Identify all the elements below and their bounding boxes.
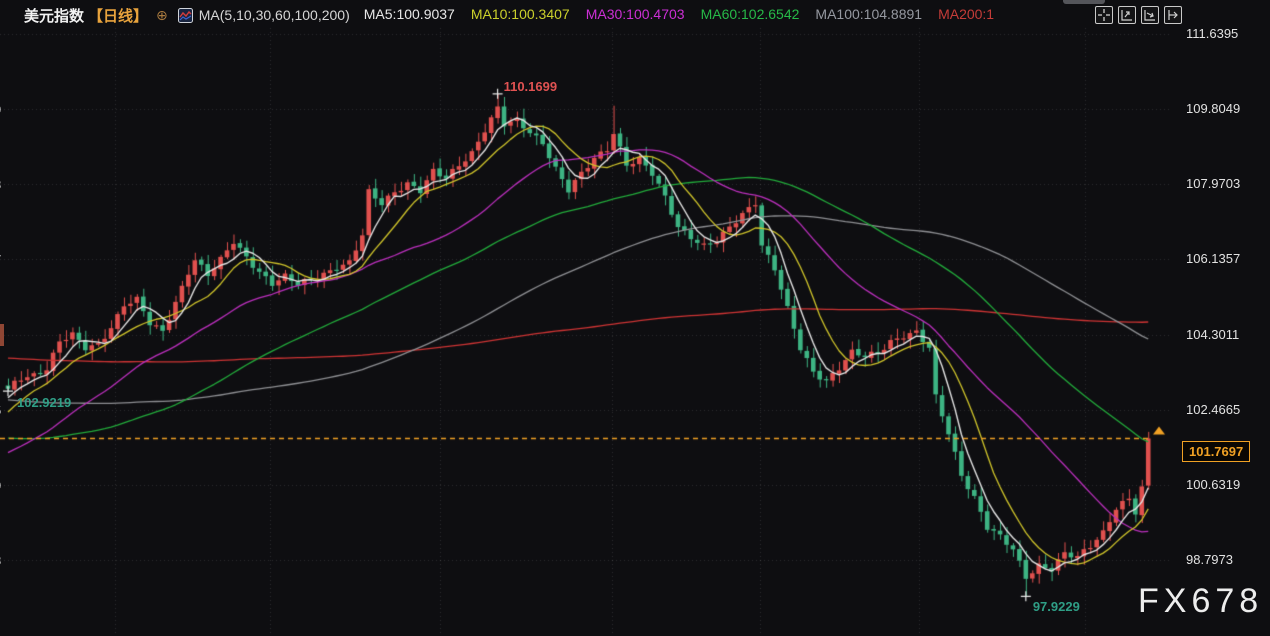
scale-right-icon[interactable]	[1141, 6, 1159, 24]
ma-legend-item-3: MA60:102.6542	[701, 6, 800, 22]
ma-legend-item-2: MA30:100.4703	[586, 6, 685, 22]
watermark: FX678	[1138, 582, 1263, 621]
left-edge-digit-fragment: 3	[0, 176, 6, 192]
first-low-annotation: 102.9219	[17, 395, 71, 410]
low-annotation: 97.9229	[1033, 599, 1080, 614]
left-edge-digit-fragment: 7	[0, 251, 6, 267]
candlestick-chart-canvas[interactable]	[0, 0, 1270, 636]
period-selector[interactable]: 【日线】	[88, 5, 148, 26]
ma-legend-item-5: MA200:1	[938, 6, 994, 22]
y-axis-tick-label: 102.4665	[1186, 402, 1240, 417]
y-axis-tick-label: 100.6319	[1186, 477, 1240, 492]
y-axis-tick-label: 106.1357	[1186, 251, 1240, 266]
left-edge-digit-fragment: 9	[0, 101, 6, 117]
ma-legend-item-0: MA5:100.9037	[364, 6, 455, 22]
left-edge-digit-fragment: 9	[0, 477, 6, 493]
left-edge-digit-fragment: 5	[0, 402, 6, 418]
ma-legend-item-4: MA100:104.8891	[815, 6, 922, 22]
go-to-latest-icon[interactable]	[1164, 6, 1182, 24]
chart-header: 美元指数 【日线】 ⊕ MA(5,10,30,60,100,200) MA5:1…	[0, 0, 1270, 30]
crosshair-icon[interactable]	[1095, 6, 1113, 24]
current-price-label: 101.7697	[1182, 441, 1250, 462]
chart-type-icon[interactable]	[178, 8, 193, 23]
top-edge-fragment	[1063, 0, 1105, 4]
chart-toolbar	[1095, 6, 1182, 24]
ma-settings-label[interactable]: MA(5,10,30,60,100,200)	[199, 7, 350, 23]
left-edge-label-box-fragment	[0, 324, 4, 346]
ma-legend: MA5:100.9037 MA10:100.3407 MA30:100.4703 MA…	[364, 6, 1010, 24]
y-axis-tick-label: 107.9703	[1186, 176, 1240, 191]
left-edge-digit-fragment: 3	[0, 552, 6, 568]
symbol-name: 美元指数	[24, 5, 84, 26]
y-axis-tick-label: 109.8049	[1186, 101, 1240, 116]
y-axis-tick-label: 98.7973	[1186, 552, 1233, 567]
chart-window: 美元指数 【日线】 ⊕ MA(5,10,30,60,100,200) MA5:1…	[0, 0, 1270, 636]
scale-up-icon[interactable]	[1118, 6, 1136, 24]
add-indicator-icon[interactable]: ⊕	[156, 7, 168, 24]
ma-legend-item-1: MA10:100.3407	[471, 6, 570, 22]
y-axis-tick-label: 104.3011	[1186, 327, 1239, 342]
high-annotation: 110.1699	[504, 79, 558, 94]
